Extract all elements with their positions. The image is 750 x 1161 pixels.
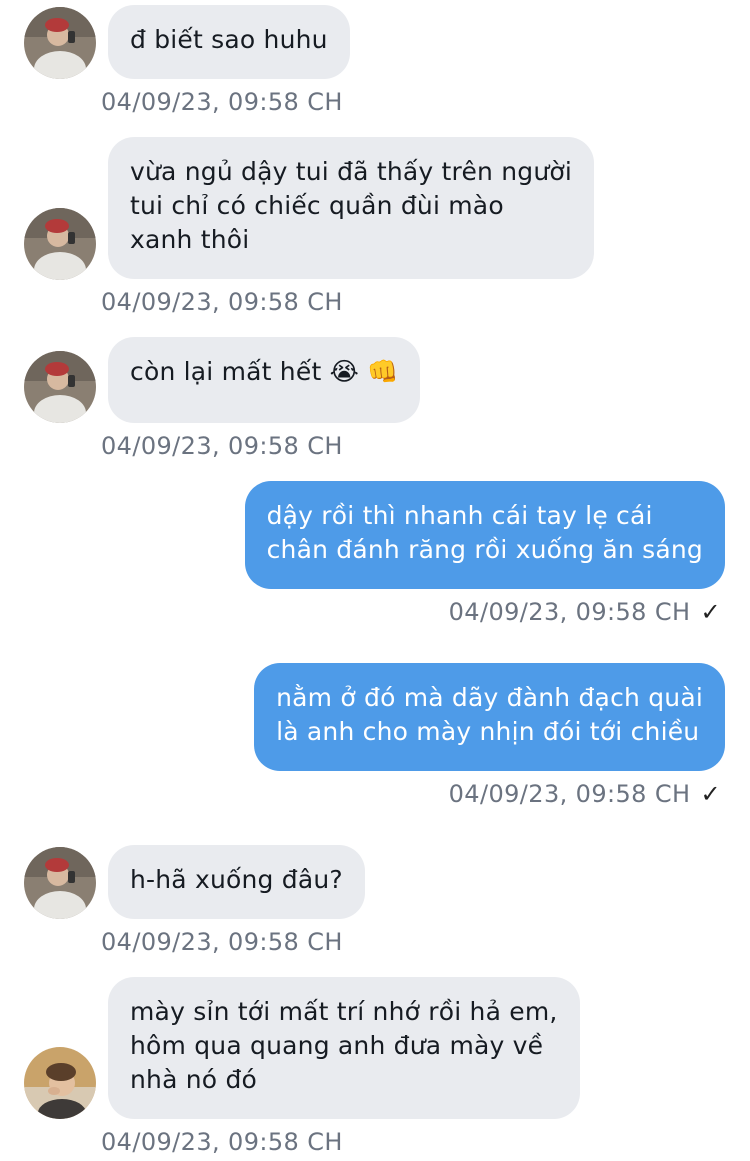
contact-avatar[interactable] — [24, 847, 96, 919]
contact-avatar[interactable] — [24, 208, 96, 280]
message-bubble-incoming[interactable]: đ biết sao huhu — [108, 5, 350, 79]
message-meta: 04/09/23, 09:58 CH ✓ — [449, 598, 721, 626]
sent-checkmark-icon: ✓ — [700, 780, 721, 808]
message-timestamp: 04/09/23, 09:58 CH — [101, 88, 343, 116]
message-bubble-incoming[interactable]: còn lại mất hết 😭 👊 — [108, 337, 421, 423]
message-timestamp: 04/09/23, 09:58 CH — [448, 598, 691, 626]
contact-avatar[interactable] — [24, 7, 96, 79]
contact-avatar[interactable] — [24, 1047, 96, 1119]
message-meta: 04/09/23, 09:58 CH ✓ — [449, 780, 721, 808]
message-timestamp: 04/09/23, 09:58 CH — [101, 1128, 343, 1156]
message-bubble-incoming[interactable]: mày sỉn tới mất trí nhớ rồi hả em, hôm q… — [108, 977, 580, 1119]
sent-checkmark-icon: ✓ — [700, 598, 721, 626]
message-bubble-incoming[interactable]: h-hã xuống đâu? — [108, 845, 365, 919]
message-bubble-outgoing[interactable]: dậy rồi thì nhanh cái tay lẹ cái chân đá… — [244, 481, 725, 589]
contact-avatar[interactable] — [24, 351, 96, 423]
message-timestamp: 04/09/23, 09:58 CH — [448, 780, 691, 808]
message-bubble-outgoing[interactable]: nằm ở đó mà dãy đành đạch quài là anh ch… — [254, 663, 725, 771]
message-timestamp: 04/09/23, 09:58 CH — [101, 288, 343, 316]
message-timestamp: 04/09/23, 09:58 CH — [101, 928, 343, 956]
message-timestamp: 04/09/23, 09:58 CH — [101, 432, 343, 460]
message-bubble-incoming[interactable]: vừa ngủ dậy tui đã thấy trên người tui c… — [108, 137, 595, 279]
chat-thread: đ biết sao huhu 04/09/23, 09:58 CH vừa n… — [0, 0, 750, 1161]
